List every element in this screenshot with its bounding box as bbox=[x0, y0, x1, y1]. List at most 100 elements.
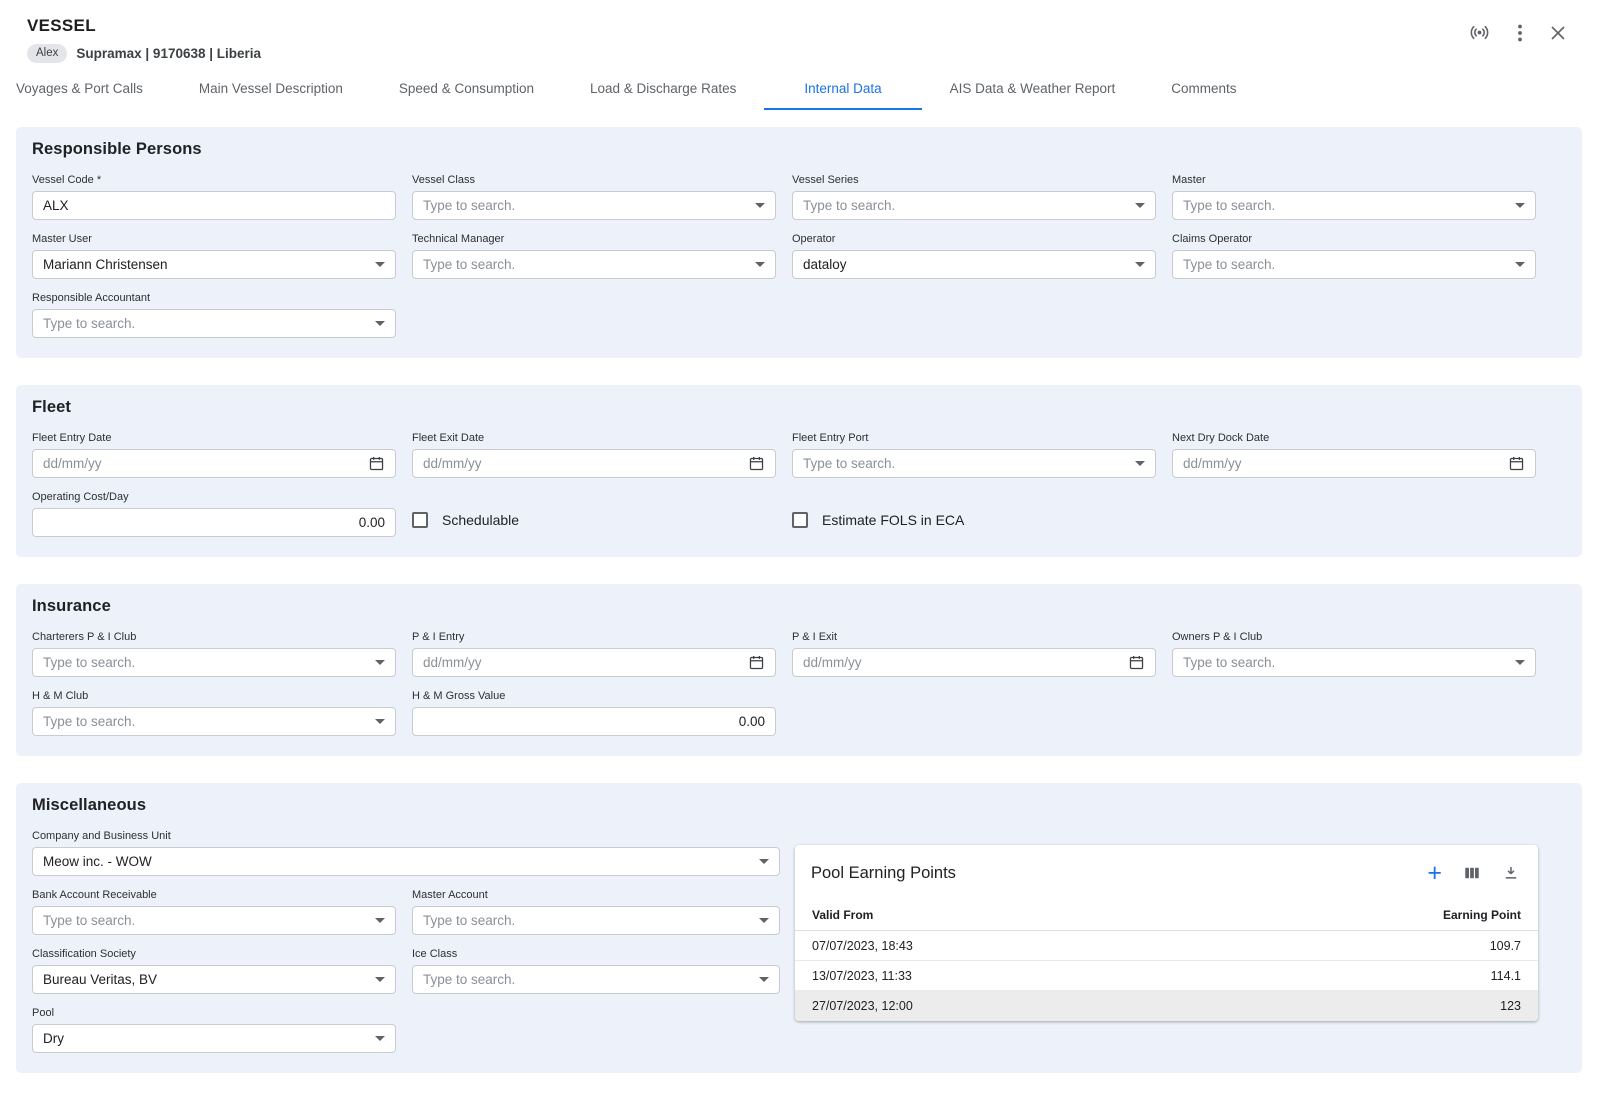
close-icon[interactable] bbox=[1548, 23, 1568, 43]
add-row-button[interactable]: + bbox=[1425, 861, 1444, 885]
section-responsible-persons: Responsible Persons Vessel Code * Vessel… bbox=[16, 127, 1582, 358]
estimate-fols-checkbox[interactable] bbox=[792, 512, 808, 528]
chevron-down-icon bbox=[375, 1036, 385, 1041]
bank-account-receivable-select[interactable]: Type to search. bbox=[32, 906, 396, 935]
technical-manager-select[interactable]: Type to search. bbox=[412, 250, 776, 279]
next-dry-dock-date-input[interactable]: dd/mm/yy bbox=[1172, 449, 1536, 478]
kebab-menu-icon[interactable] bbox=[1516, 22, 1524, 44]
ice-class-label: Ice Class bbox=[412, 948, 780, 961]
master-label: Master bbox=[1172, 174, 1536, 187]
signal-icon[interactable] bbox=[1467, 20, 1492, 45]
section-fleet: Fleet Fleet Entry Date dd/mm/yy Fleet Ex… bbox=[16, 385, 1582, 557]
owners-pi-club-select[interactable]: Type to search. bbox=[1172, 648, 1536, 677]
vessel-class-label: Vessel Class bbox=[412, 174, 776, 187]
chevron-down-icon bbox=[375, 660, 385, 665]
tab-load-discharge-rates[interactable]: Load & Discharge Rates bbox=[562, 67, 764, 110]
technical-manager-label: Technical Manager bbox=[412, 233, 776, 246]
claims-operator-select[interactable]: Type to search. bbox=[1172, 250, 1536, 279]
estimate-fols-checkbox-cell: Estimate FOLS in ECA bbox=[792, 512, 1156, 528]
calendar-icon[interactable] bbox=[1128, 654, 1145, 671]
plus-icon: + bbox=[1427, 863, 1442, 883]
charterers-pi-club-select[interactable]: Type to search. bbox=[32, 648, 396, 677]
calendar-icon[interactable] bbox=[368, 455, 385, 472]
hm-club-select[interactable]: Type to search. bbox=[32, 707, 396, 736]
vessel-series-select[interactable]: Type to search. bbox=[792, 191, 1156, 220]
valid-from-cell: 27/07/2023, 12:00 bbox=[812, 999, 913, 1013]
estimate-fols-checkbox-label: Estimate FOLS in ECA bbox=[822, 512, 964, 528]
calendar-icon[interactable] bbox=[748, 455, 765, 472]
pi-entry-date-input[interactable]: dd/mm/yy bbox=[412, 648, 776, 677]
vessel-subtitle: Supramax | 9170638 | Liberia bbox=[76, 46, 261, 61]
pool-earning-points-card: Pool Earning Points + Valid From Earning… bbox=[795, 845, 1538, 1021]
earning-point-cell: 114.1 bbox=[1491, 969, 1521, 983]
table-row[interactable]: 13/07/2023, 11:33 114.1 bbox=[795, 961, 1538, 991]
column-header-earning-point[interactable]: Earning Point bbox=[1443, 908, 1521, 922]
table-row[interactable]: 27/07/2023, 12:00 123 bbox=[795, 991, 1538, 1021]
master-account-select[interactable]: Type to search. bbox=[412, 906, 780, 935]
field-technical-manager: Technical Manager Type to search. bbox=[412, 233, 776, 279]
field-ice-class: Ice Class Type to search. bbox=[412, 948, 780, 994]
download-icon[interactable] bbox=[1500, 862, 1522, 884]
fleet-entry-date-input[interactable]: dd/mm/yy bbox=[32, 449, 396, 478]
table-row[interactable]: 07/07/2023, 18:43 109.7 bbox=[795, 931, 1538, 961]
table-header-row: Valid From Earning Point bbox=[795, 899, 1538, 931]
charterers-pi-club-label: Charterers P & I Club bbox=[32, 631, 396, 644]
hm-gross-value-input[interactable] bbox=[412, 707, 776, 736]
calendar-icon[interactable] bbox=[748, 654, 765, 671]
ice-class-select[interactable]: Type to search. bbox=[412, 965, 780, 994]
vessel-class-select[interactable]: Type to search. bbox=[412, 191, 776, 220]
columns-icon[interactable] bbox=[1461, 862, 1483, 884]
fleet-entry-port-label: Fleet Entry Port bbox=[792, 432, 1156, 445]
page-title: VESSEL bbox=[27, 16, 1570, 36]
chevron-down-icon bbox=[1135, 461, 1145, 466]
tab-comments[interactable]: Comments bbox=[1143, 67, 1264, 110]
vessel-code-input[interactable] bbox=[32, 191, 396, 220]
calendar-icon[interactable] bbox=[1508, 455, 1525, 472]
pool-earning-points-title: Pool Earning Points bbox=[811, 864, 956, 883]
section-title-miscellaneous: Miscellaneous bbox=[32, 796, 1566, 815]
schedulable-checkbox-cell: Schedulable bbox=[412, 512, 776, 528]
field-master-user: Master User Mariann Christensen bbox=[32, 233, 396, 279]
chevron-down-icon bbox=[755, 203, 765, 208]
operating-cost-day-input[interactable] bbox=[32, 508, 396, 537]
schedulable-checkbox-label: Schedulable bbox=[442, 512, 519, 528]
vessel-header: VESSEL Alex Supramax | 9170638 | Liberia bbox=[0, 0, 1598, 63]
company-business-unit-select[interactable]: Meow inc. - WOW bbox=[32, 847, 780, 876]
section-title-fleet: Fleet bbox=[32, 398, 1566, 417]
chevron-down-icon bbox=[375, 977, 385, 982]
chevron-down-icon bbox=[375, 719, 385, 724]
fleet-entry-date-label: Fleet Entry Date bbox=[32, 432, 396, 445]
master-select[interactable]: Type to search. bbox=[1172, 191, 1536, 220]
fleet-exit-date-label: Fleet Exit Date bbox=[412, 432, 776, 445]
vessel-code-label: Vessel Code * bbox=[32, 174, 396, 187]
field-hm-gross-value: H & M Gross Value bbox=[412, 690, 776, 736]
pool-label: Pool bbox=[32, 1007, 780, 1020]
fleet-exit-date-input[interactable]: dd/mm/yy bbox=[412, 449, 776, 478]
tab-main-vessel-description[interactable]: Main Vessel Description bbox=[171, 67, 371, 110]
responsible-accountant-label: Responsible Accountant bbox=[32, 292, 396, 305]
column-header-valid-from[interactable]: Valid From bbox=[812, 908, 873, 922]
classification-society-select[interactable]: Bureau Veritas, BV bbox=[32, 965, 396, 994]
master-user-select[interactable]: Mariann Christensen bbox=[32, 250, 396, 279]
pi-exit-date-input[interactable]: dd/mm/yy bbox=[792, 648, 1156, 677]
operator-label: Operator bbox=[792, 233, 1156, 246]
tab-speed-consumption[interactable]: Speed & Consumption bbox=[371, 67, 562, 110]
field-vessel-series: Vessel Series Type to search. bbox=[792, 174, 1156, 220]
responsible-accountant-select[interactable]: Type to search. bbox=[32, 309, 396, 338]
chevron-down-icon bbox=[1135, 203, 1145, 208]
operator-select[interactable]: dataloy bbox=[792, 250, 1156, 279]
earning-point-cell: 109.7 bbox=[1490, 939, 1521, 953]
schedulable-checkbox[interactable] bbox=[412, 512, 428, 528]
tab-internal-data[interactable]: Internal Data bbox=[764, 67, 921, 110]
chevron-down-icon bbox=[759, 977, 769, 982]
earning-point-cell: 123 bbox=[1500, 999, 1521, 1013]
valid-from-cell: 13/07/2023, 11:33 bbox=[812, 969, 912, 983]
master-user-label: Master User bbox=[32, 233, 396, 246]
chevron-down-icon bbox=[759, 918, 769, 923]
chevron-down-icon bbox=[759, 859, 769, 864]
tab-voyages-port-calls[interactable]: Voyages & Port Calls bbox=[16, 67, 171, 110]
pool-select[interactable]: Dry bbox=[32, 1024, 396, 1053]
fleet-entry-port-select[interactable]: Type to search. bbox=[792, 449, 1156, 478]
tab-ais-data-weather-report[interactable]: AIS Data & Weather Report bbox=[922, 67, 1144, 110]
field-master: Master Type to search. bbox=[1172, 174, 1536, 220]
